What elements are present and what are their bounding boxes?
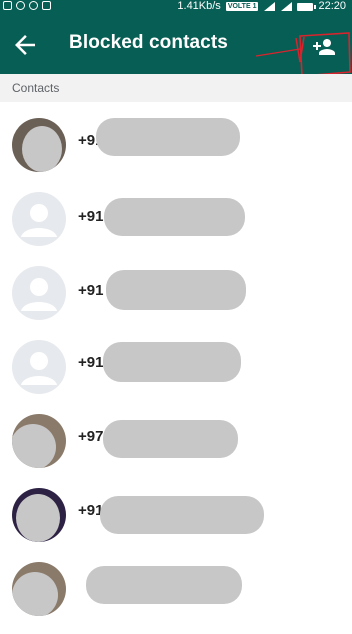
section-label: Contacts [12, 81, 60, 95]
default-avatar-icon [12, 192, 66, 246]
notification-icons [3, 1, 51, 10]
blocked-contact-row[interactable]: +91 [0, 474, 352, 548]
redacted-number [96, 118, 240, 156]
avatar [12, 414, 66, 468]
contact-number: +91 [78, 354, 104, 371]
shield-icon [3, 1, 12, 10]
person-add-icon [313, 39, 335, 55]
avatar [12, 488, 66, 542]
redacted-number [103, 420, 238, 458]
whatsapp-icon [16, 1, 25, 10]
clock: 22:20 [318, 0, 346, 12]
contact-number: +97 [78, 428, 104, 445]
blocked-contact-row[interactable]: +97 [0, 400, 352, 474]
contacts-section-header: Contacts [0, 74, 352, 102]
redacted-number [86, 566, 242, 604]
contact-number: +91 [78, 208, 104, 225]
redacted-number [103, 342, 241, 382]
contact-number: +91 [78, 282, 104, 299]
blocked-contact-row[interactable]: +91 [0, 326, 352, 400]
add-contact-button[interactable] [302, 28, 346, 72]
blocked-contact-row[interactable]: +91 [0, 252, 352, 326]
avatar [12, 562, 66, 616]
battery-icon [297, 2, 317, 11]
signal-icon [280, 2, 293, 11]
avatar [12, 118, 66, 172]
signal-icon [263, 2, 276, 11]
redacted-number [104, 198, 245, 236]
status-bar: 1.41Kb/s VOLTE 1 22:20 [0, 0, 352, 14]
page-title: Blocked contacts [69, 32, 228, 53]
default-avatar-icon [12, 340, 66, 394]
location-icon [29, 1, 38, 10]
redacted-number [106, 270, 246, 310]
default-avatar-icon [12, 266, 66, 320]
redacted-number [100, 496, 264, 534]
blocked-contact-row[interactable]: +91 [0, 104, 352, 178]
blocked-contact-row[interactable]: +91 [0, 178, 352, 252]
arrow-left-icon [15, 35, 35, 55]
network-speed: 1.41Kb/s [177, 0, 221, 12]
volte-badge: VOLTE 1 [225, 2, 259, 11]
app-bar: Blocked contacts [0, 14, 352, 74]
screen-icon [42, 1, 51, 10]
back-button[interactable] [10, 30, 40, 60]
blocked-contact-row[interactable] [0, 548, 352, 622]
status-indicators: 1.41Kb/s VOLTE 1 22:20 [177, 0, 346, 13]
